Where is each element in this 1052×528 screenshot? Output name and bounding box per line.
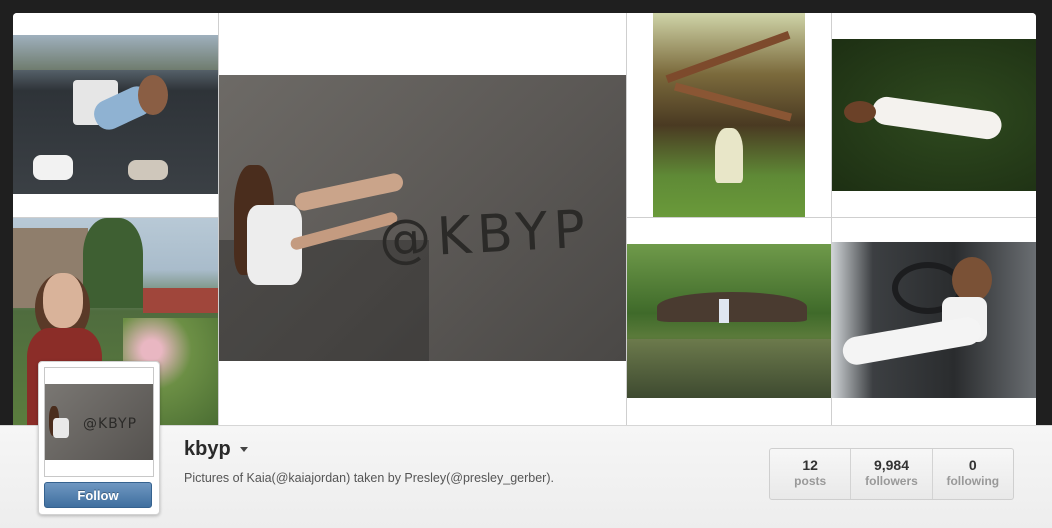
avatar[interactable]: @KBYP: [44, 367, 154, 477]
photo-truck-seat[interactable]: [832, 218, 1036, 425]
avatar-card: @KBYP Follow: [38, 361, 160, 515]
photo-forest-white-dress[interactable]: [627, 13, 831, 217]
photo-collage-header: @KBYP: [13, 13, 1036, 425]
stat-followers-label: followers: [865, 474, 918, 488]
stat-following-label: following: [946, 474, 1000, 488]
avatar-sand-writing: @KBYP: [83, 416, 138, 432]
stat-followers[interactable]: 9,984 followers: [851, 449, 933, 499]
photo-river-tree[interactable]: [627, 218, 831, 425]
profile-bio: Pictures of Kaia(@kaiajordan) taken by P…: [184, 471, 554, 485]
sand-writing: @KBYP: [377, 199, 593, 271]
follow-button[interactable]: Follow: [44, 482, 152, 508]
stat-posts-label: posts: [794, 474, 827, 488]
profile-username[interactable]: kbyp: [184, 438, 231, 461]
chevron-down-icon[interactable]: [240, 447, 248, 452]
stat-posts[interactable]: 12 posts: [770, 449, 852, 499]
stat-following[interactable]: 0 following: [933, 449, 1013, 499]
stat-following-count: 0: [968, 457, 977, 473]
stat-followers-count: 9,984: [873, 457, 910, 473]
photo-sand-kbyp[interactable]: @KBYP: [219, 13, 626, 425]
profile-stats: 12 posts 9,984 followers 0 following: [769, 448, 1014, 500]
photo-lying-on-grass[interactable]: [832, 13, 1036, 217]
stat-posts-count: 12: [802, 457, 818, 473]
photo-truck-bed[interactable]: [13, 13, 218, 217]
